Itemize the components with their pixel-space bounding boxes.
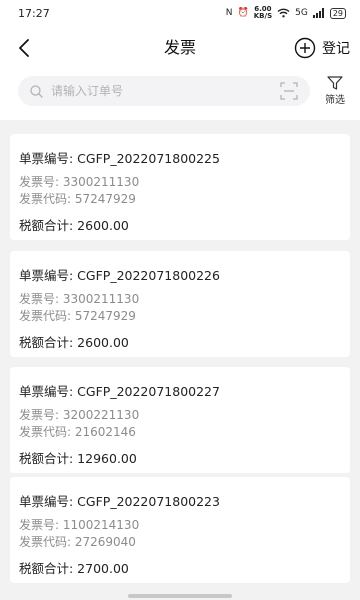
funnel-icon [327,76,343,90]
invoice-code: 发票代码: 57247929 [19,192,136,206]
register-button[interactable]: 登记 [294,34,350,62]
invoice-number: 单票编号: CGFP_2022071800223 [19,494,220,509]
app-header: 发票 登记 [0,26,360,70]
invoice-card[interactable]: 单票编号: CGFP_2022071800223 发票号: 1100214130… [10,477,350,583]
back-button[interactable] [12,36,36,60]
nfc-icon: N [225,8,233,18]
search-icon [30,84,43,98]
battery-icon: 29 [329,7,346,19]
invoice-no: 发票号: 3300211130 [19,292,140,306]
invoice-code: 发票代码: 27269040 [19,535,136,549]
search-bar: 筛选 [0,70,360,120]
invoice-code: 发票代码: 57247929 [19,309,136,323]
tax-total: 税额合计: 2600.00 [19,218,129,233]
wifi-icon [277,8,290,18]
net-speed: 6.00 KB/S [253,5,273,20]
home-indicator[interactable] [128,594,232,598]
search-box[interactable] [18,76,310,106]
network-type: 5G [295,8,308,18]
invoice-number: 单票编号: CGFP_2022071800225 [19,151,220,166]
filter-label: 筛选 [325,95,345,106]
filter-button[interactable]: 筛选 [322,76,348,106]
chevron-left-icon [19,39,29,57]
invoice-no: 发票号: 3200221130 [19,408,140,422]
invoice-number: 单票编号: CGFP_2022071800226 [19,268,220,283]
tax-total: 税额合计: 2600.00 [19,335,129,350]
status-icons: N ⏰ 6.00 KB/S 5G 29 [226,6,346,20]
register-label: 登记 [322,41,350,57]
tax-total: 税额合计: 12960.00 [19,451,137,466]
invoice-code: 发票代码: 21602146 [19,425,136,439]
plus-circle-icon [294,37,316,59]
invoice-card[interactable]: 单票编号: CGFP_2022071800226 发票号: 3300211130… [10,251,350,357]
invoice-no: 发票号: 1100214130 [19,518,140,532]
invoice-card[interactable]: 单票编号: CGFP_2022071800227 发票号: 3200221130… [10,367,350,473]
status-time: 17:27 [18,6,50,20]
status-bar: 17:27 N ⏰ 6.00 KB/S 5G 29 [0,0,360,26]
alarm-icon: ⏰ [237,8,249,18]
invoice-card[interactable]: 单票编号: CGFP_2022071800225 发票号: 3300211130… [10,134,350,240]
tax-total: 税额合计: 2700.00 [19,561,129,576]
invoice-no: 发票号: 3300211130 [19,175,140,189]
invoice-number: 单票编号: CGFP_2022071800227 [19,384,220,399]
signal-icon [312,8,324,18]
search-input[interactable] [51,84,280,98]
scan-icon[interactable] [280,82,298,100]
